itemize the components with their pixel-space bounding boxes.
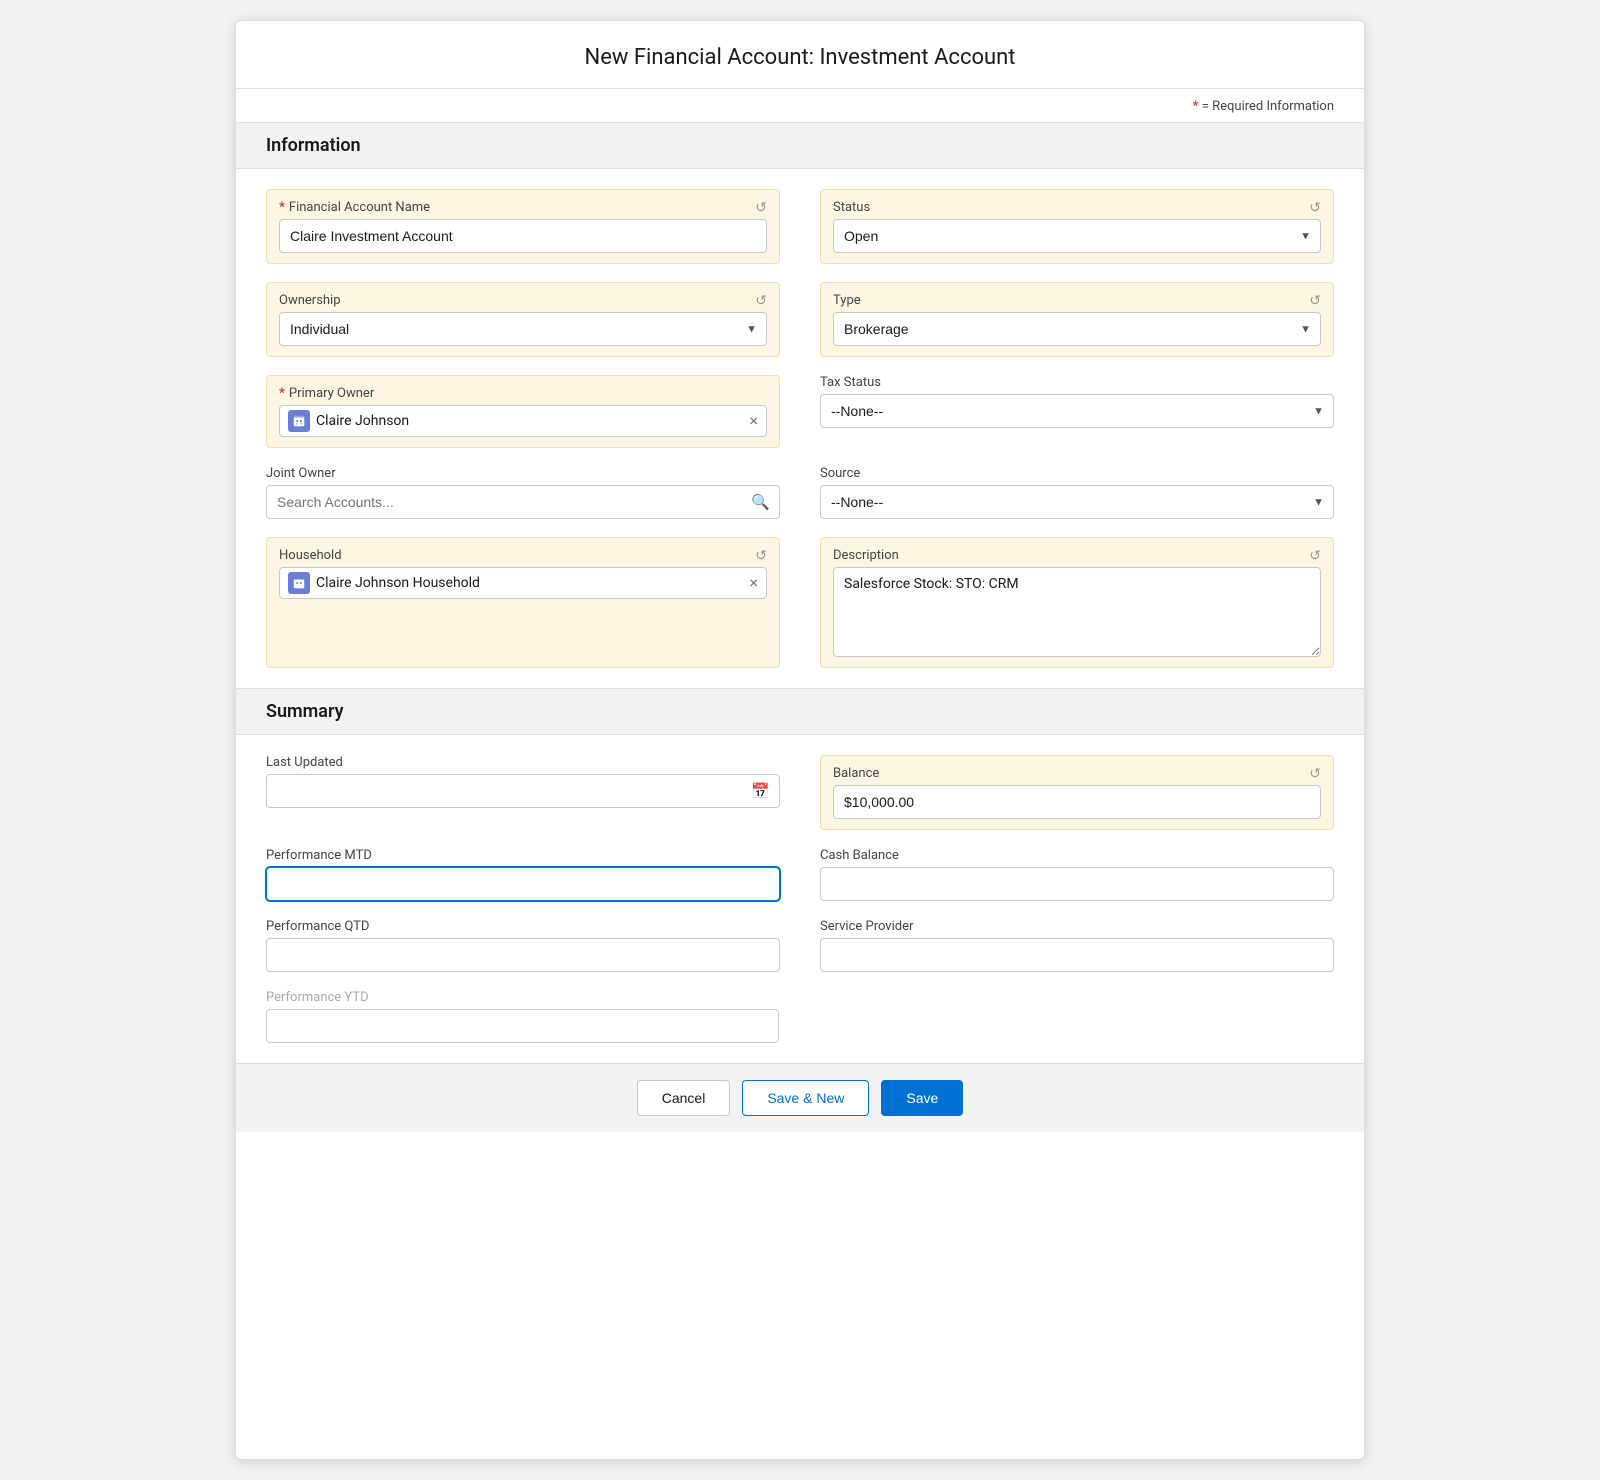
cancel-button[interactable]: Cancel — [637, 1080, 731, 1116]
primary-owner-clear-button[interactable]: × — [749, 413, 758, 429]
tax-status-group: Tax Status --None-- Taxable Tax-Deferred… — [820, 375, 1334, 448]
ownership-select-wrapper: Individual Joint Trust — [279, 312, 767, 346]
performance-mtd-group: Performance MTD — [266, 848, 780, 901]
primary-owner-icon — [288, 410, 310, 432]
household-group: Household ↺ Claire Johnson Household — [266, 537, 780, 668]
tax-status-select[interactable]: --None-- Taxable Tax-Deferred Tax-Exempt — [820, 394, 1334, 428]
reset-balance-icon[interactable]: ↺ — [1309, 767, 1321, 781]
financial-account-name-input[interactable] — [279, 219, 767, 253]
reset-financial-account-name-icon[interactable]: ↺ — [755, 201, 767, 215]
last-updated-input[interactable] — [266, 774, 780, 808]
reset-ownership-icon[interactable]: ↺ — [755, 294, 767, 308]
financial-account-name-group: * Financial Account Name ↺ — [266, 189, 780, 264]
performance-ytd-input[interactable] — [266, 1009, 779, 1043]
summary-section-header: Summary — [236, 688, 1364, 735]
required-marker: * — [279, 200, 285, 215]
description-textarea[interactable]: Salesforce Stock: STO: CRM — [833, 567, 1321, 657]
household-value: Claire Johnson Household — [316, 575, 743, 591]
balance-input[interactable] — [833, 785, 1321, 819]
cash-balance-group: Cash Balance — [820, 848, 1334, 901]
search-icon: 🔍 — [751, 493, 770, 511]
joint-owner-search-field: 🔍 — [266, 485, 780, 519]
save-button[interactable]: Save — [881, 1080, 963, 1116]
household-lookup[interactable]: Claire Johnson Household × — [279, 567, 767, 599]
required-star: * — [1193, 99, 1199, 114]
last-updated-date-field: 📅 — [266, 774, 780, 808]
performance-qtd-input[interactable] — [266, 938, 780, 972]
source-group: Source --None-- Referral Walk-in Online — [820, 466, 1334, 519]
required-note: * = Required Information — [236, 89, 1364, 122]
primary-owner-value: Claire Johnson — [316, 413, 743, 429]
type-select-wrapper: Brokerage IRA 401k Other — [833, 312, 1321, 346]
required-marker-primary: * — [279, 386, 285, 401]
ownership-select[interactable]: Individual Joint Trust — [279, 312, 767, 346]
household-icon — [288, 572, 310, 594]
performance-ytd-group: Performance YTD — [266, 990, 1334, 1043]
source-select-wrapper: --None-- Referral Walk-in Online — [820, 485, 1334, 519]
status-select-wrapper: Open Closed Pending — [833, 219, 1321, 253]
primary-owner-lookup[interactable]: Claire Johnson × — [279, 405, 767, 437]
reset-household-icon[interactable]: ↺ — [755, 549, 767, 563]
modal-container: New Financial Account: Investment Accoun… — [235, 20, 1365, 1460]
performance-qtd-group: Performance QTD — [266, 919, 780, 972]
household-clear-button[interactable]: × — [749, 575, 758, 591]
building2-icon — [292, 576, 306, 590]
last-updated-group: Last Updated 📅 — [266, 755, 780, 830]
service-provider-input[interactable] — [820, 938, 1334, 972]
performance-mtd-input[interactable] — [266, 867, 780, 901]
performance-ytd-row: Performance YTD — [266, 990, 1334, 1043]
type-select[interactable]: Brokerage IRA 401k Other — [833, 312, 1321, 346]
reset-type-icon[interactable]: ↺ — [1309, 294, 1321, 308]
tax-status-select-wrapper: --None-- Taxable Tax-Deferred Tax-Exempt — [820, 394, 1334, 428]
reset-status-icon[interactable]: ↺ — [1309, 201, 1321, 215]
modal-footer: Cancel Save & New Save — [236, 1063, 1364, 1132]
reset-description-icon[interactable]: ↺ — [1309, 549, 1321, 563]
cash-balance-input[interactable] — [820, 867, 1334, 901]
joint-owner-search-input[interactable] — [266, 485, 780, 519]
service-provider-group: Service Provider — [820, 919, 1334, 972]
status-group: Status ↺ Open Closed Pending — [820, 189, 1334, 264]
primary-owner-group: * Primary Owner — [266, 375, 780, 448]
information-section-header: Information — [236, 122, 1364, 169]
source-select[interactable]: --None-- Referral Walk-in Online — [820, 485, 1334, 519]
information-section-body: * Financial Account Name ↺ Status ↺ — [236, 169, 1364, 688]
save-new-button[interactable]: Save & New — [742, 1080, 869, 1116]
summary-section-body: Last Updated 📅 Balance ↺ — [236, 735, 1364, 1063]
balance-group: Balance ↺ — [820, 755, 1334, 830]
summary-form-grid: Last Updated 📅 Balance ↺ — [266, 755, 1334, 972]
status-select[interactable]: Open Closed Pending — [833, 219, 1321, 253]
information-form-grid: * Financial Account Name ↺ Status ↺ — [266, 189, 1334, 668]
ownership-group: Ownership ↺ Individual Joint Trust — [266, 282, 780, 357]
building-icon — [292, 414, 306, 428]
type-group: Type ↺ Brokerage IRA 401k Other — [820, 282, 1334, 357]
joint-owner-group: Joint Owner 🔍 — [266, 466, 780, 519]
calendar-icon[interactable]: 📅 — [751, 782, 770, 800]
page-title: New Financial Account: Investment Accoun… — [266, 45, 1334, 70]
description-group: Description ↺ Salesforce Stock: STO: CRM — [820, 537, 1334, 668]
modal-header: New Financial Account: Investment Accoun… — [236, 21, 1364, 89]
